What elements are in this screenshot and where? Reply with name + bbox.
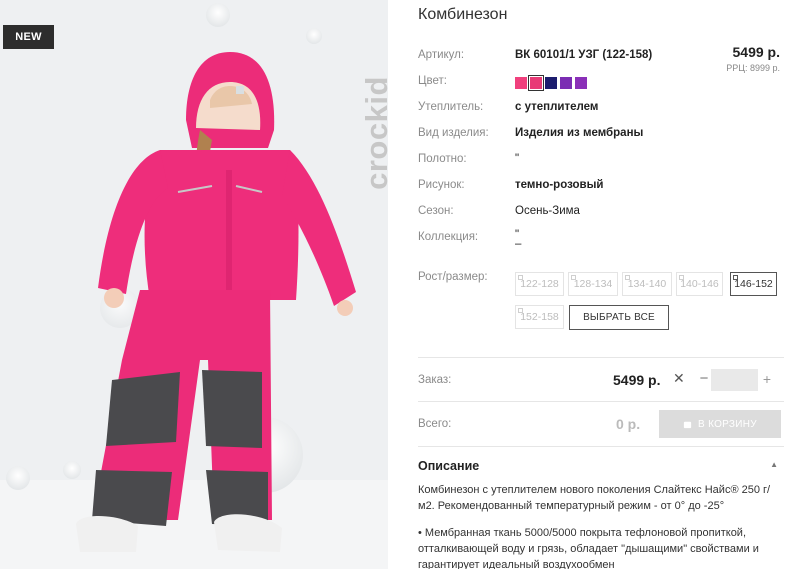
- attr-value-fabric: ": [515, 153, 520, 165]
- add-to-cart-button[interactable]: В КОРЗИНУ: [659, 410, 781, 438]
- attr-label-type: Вид изделия:: [418, 127, 489, 139]
- color-swatches: [515, 75, 587, 91]
- size-option-label: 128-134: [573, 278, 613, 290]
- total-price: 0 р.: [616, 416, 641, 432]
- size-option[interactable]: 122-128: [515, 272, 564, 296]
- attr-value-insulation: с утеплителем: [515, 101, 599, 113]
- attr-label-fabric: Полотно:: [418, 153, 467, 165]
- size-option-selected[interactable]: 146-152: [730, 272, 777, 296]
- quantity-input[interactable]: [711, 369, 758, 391]
- description-text: Комбинезон с утеплителем нового поколени…: [418, 484, 771, 496]
- color-swatch[interactable]: [515, 77, 527, 89]
- size-marker-icon: [518, 308, 523, 313]
- total-label: Всего:: [418, 418, 452, 430]
- color-swatch-selected[interactable]: [528, 75, 544, 91]
- product-photo[interactable]: NEW crockid: [0, 0, 388, 569]
- size-option-label: 134-140: [627, 278, 667, 290]
- size-option[interactable]: 128-134: [568, 272, 618, 296]
- description-text: гарантирует идеальный воздухообмен: [418, 559, 615, 569]
- size-option[interactable]: 134-140: [622, 272, 672, 296]
- size-option-label: 140-146: [680, 278, 719, 290]
- size-marker-icon: [625, 275, 630, 280]
- description-text: • Мембранная ткань 5000/5000 покрыта теф…: [418, 527, 747, 539]
- attr-value-pattern: темно-розовый: [515, 179, 604, 191]
- attr-value-season: Осень-Зима: [515, 205, 580, 217]
- size-marker-icon: [571, 275, 576, 280]
- cart-icon: [683, 421, 692, 428]
- attr-label-article: Артикул:: [418, 49, 465, 61]
- quantity-increase-button[interactable]: +: [760, 371, 774, 387]
- divider: [418, 401, 784, 402]
- select-all-sizes-button[interactable]: ВЫБРАТЬ ВСЕ: [569, 305, 669, 330]
- order-label: Заказ:: [418, 374, 452, 386]
- attr-value-collection-extra: –: [515, 238, 522, 250]
- recommended-price: РРЦ: 8999 р.: [726, 63, 780, 73]
- quantity-decrease-button[interactable]: −: [697, 370, 711, 387]
- new-badge: NEW: [3, 25, 54, 49]
- collapse-caret-icon[interactable]: ▲: [770, 460, 778, 469]
- attr-label-season: Сезон:: [418, 205, 454, 217]
- size-option-label: 146-152: [734, 278, 773, 290]
- attr-label-collection: Коллекция:: [418, 231, 479, 243]
- size-label: Рост/размер:: [418, 271, 488, 283]
- product-price: 5499 р.: [732, 44, 780, 60]
- size-option[interactable]: 140-146: [676, 272, 723, 296]
- size-marker-icon: [518, 275, 523, 280]
- color-swatch[interactable]: [545, 77, 557, 89]
- description-title[interactable]: Описание: [418, 459, 479, 473]
- divider: [418, 357, 784, 358]
- divider: [418, 446, 784, 447]
- color-swatch[interactable]: [575, 77, 587, 89]
- description-text: м2. Рекомендованный температурный режим …: [418, 500, 725, 512]
- attr-label-pattern: Рисунок:: [418, 179, 465, 191]
- size-marker-icon: [679, 275, 684, 280]
- add-to-cart-label: В КОРЗИНУ: [698, 418, 757, 430]
- order-price: 5499 р.: [613, 372, 661, 388]
- product-info-panel: Комбинезон 5499 р. РРЦ: 8999 р. Артикул:…: [418, 0, 790, 569]
- product-title: Комбинезон: [418, 6, 508, 23]
- size-marker-icon: [733, 275, 738, 280]
- remove-icon[interactable]: ✕: [673, 370, 685, 387]
- attr-value-type: Изделия из мембраны: [515, 127, 644, 139]
- size-option-label: 122-128: [520, 278, 559, 290]
- color-swatch[interactable]: [560, 77, 572, 89]
- attr-label-color: Цвет:: [418, 75, 447, 87]
- brand-watermark: crockid: [359, 76, 388, 190]
- attr-label-insulation: Утеплитель:: [418, 101, 484, 113]
- product-illustration: [0, 0, 388, 569]
- size-option[interactable]: 152-158: [515, 305, 564, 329]
- description-text: отталкивающей воду и грязь, обладает "ды…: [418, 543, 759, 555]
- size-option-label: 152-158: [520, 311, 559, 323]
- attr-value-article: ВК 60101/1 УЗГ (122-158): [515, 49, 653, 61]
